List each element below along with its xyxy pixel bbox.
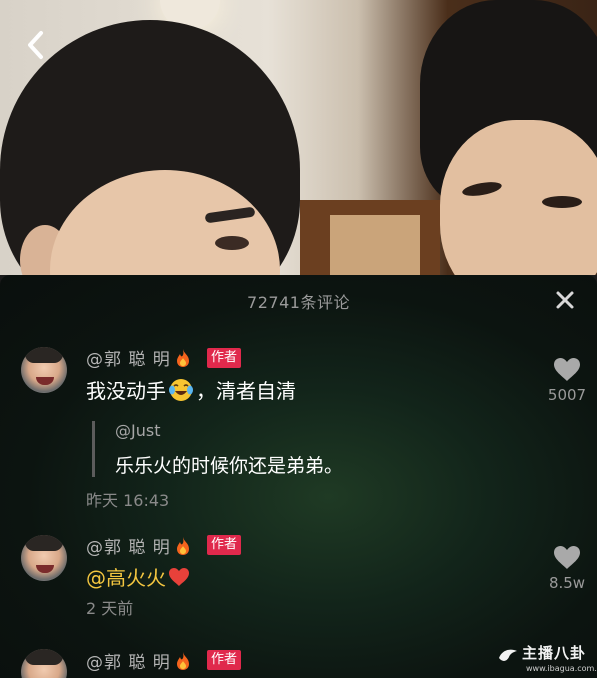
watermark: 主播八卦 www.ibagua.com.cn — [496, 640, 597, 676]
author-badge: 作者 — [207, 348, 242, 368]
avatar[interactable] — [21, 347, 67, 393]
reply-text: 乐乐火的时候你还是弟弟。 — [115, 455, 344, 477]
close-icon — [556, 291, 574, 309]
comment-time: 昨天 16:43 — [86, 491, 170, 510]
avatar[interactable] — [21, 649, 67, 678]
watermark-logo-icon — [499, 649, 517, 661]
close-button[interactable] — [553, 288, 577, 312]
heart-icon — [554, 358, 580, 381]
comments-header: 72741条评论 — [0, 275, 597, 323]
back-button[interactable] — [20, 28, 52, 62]
author-badge: 作者 — [207, 535, 242, 555]
comments-panel: 72741条评论 @郭 聪 明 作者 我没动手 ，清者自清 @Just 乐乐火的时… — [0, 275, 597, 678]
heart-icon — [554, 546, 580, 569]
like-button[interactable]: 5007 — [544, 357, 590, 404]
comment-count: 72741条评论 — [247, 293, 350, 312]
watermark-text: 主播八卦 — [522, 644, 587, 662]
comment-username[interactable]: @郭 聪 明 — [86, 533, 192, 558]
author-badge: 作者 — [207, 650, 242, 670]
comment-text: @高火火 — [86, 562, 190, 591]
red-heart-icon — [169, 568, 189, 586]
mention-link[interactable]: @高火火 — [86, 566, 166, 590]
comment-username[interactable]: @郭 聪 明 — [86, 345, 192, 370]
like-count: 5007 — [547, 386, 587, 404]
fire-icon — [176, 652, 189, 670]
chevron-left-icon — [28, 31, 43, 59]
fire-icon — [176, 537, 189, 555]
watermark-url: www.ibagua.com.cn — [526, 664, 597, 673]
avatar[interactable] — [21, 535, 67, 581]
comment-username[interactable]: @郭 聪 明 — [86, 648, 192, 673]
like-count: 8.5w — [548, 574, 586, 592]
comment-text: 我没动手 ，清者自清 — [86, 379, 296, 403]
reply-quote: @Just 乐乐火的时候你还是弟弟。 — [92, 421, 583, 477]
laughing-tears-icon — [169, 379, 193, 401]
fire-icon — [176, 349, 189, 367]
like-button[interactable]: 8.5w — [544, 545, 590, 592]
comment-time: 2 天前 — [86, 599, 134, 618]
reply-username[interactable]: @Just — [115, 421, 160, 440]
video-background — [0, 0, 597, 275]
